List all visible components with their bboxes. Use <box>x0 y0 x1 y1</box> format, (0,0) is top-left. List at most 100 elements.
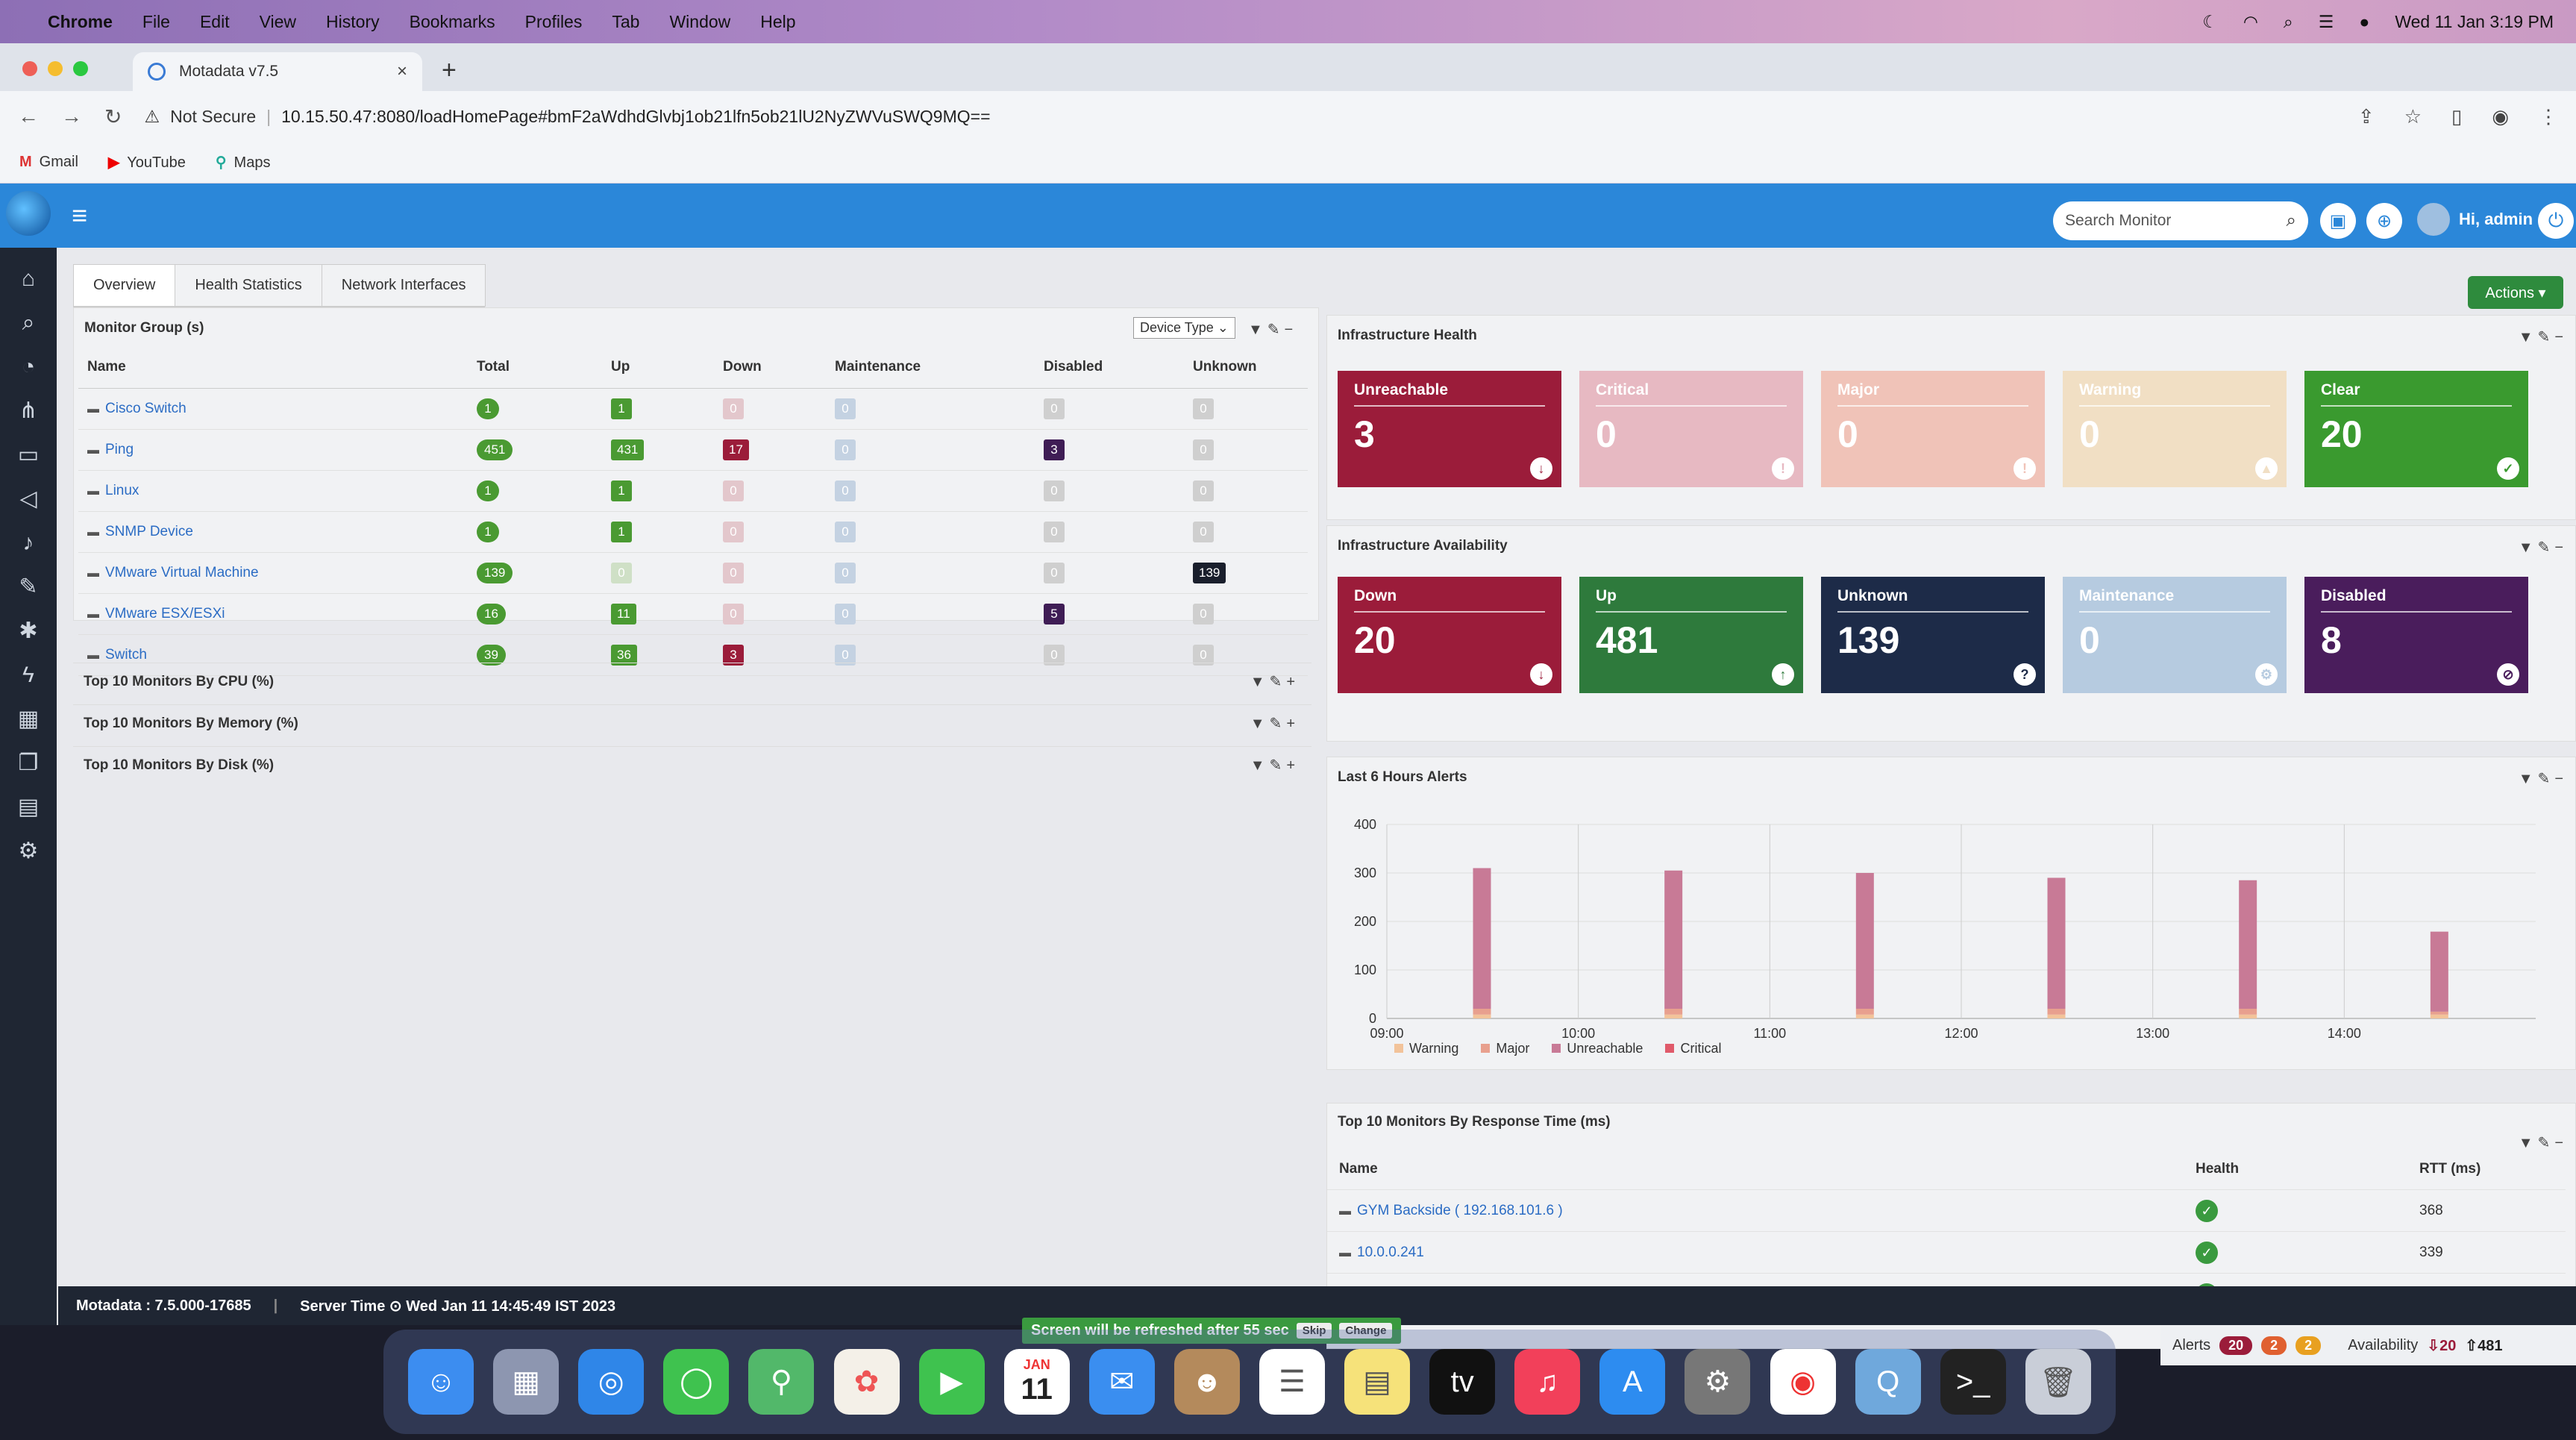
bookmark-maps[interactable]: ⚲ Maps <box>216 153 271 172</box>
table-row[interactable]: ▬ SNMP Device 1 1 0 0 0 0 <box>78 512 1308 553</box>
forward-icon[interactable]: → <box>61 104 82 129</box>
tile-warning[interactable]: Warning 0 ▲ <box>2063 371 2287 487</box>
rtt-row[interactable]: ▬ GYM Backside ( 192.168.101.6 ) ✓ 368 <box>1327 1190 2566 1232</box>
tools-icon[interactable]: ✎ <box>19 565 37 609</box>
cell-maint[interactable]: 0 <box>835 604 856 624</box>
siri-icon[interactable]: ● <box>2359 12 2369 32</box>
moon-icon[interactable]: ☾ <box>2202 12 2218 32</box>
help-icon[interactable]: ⊕ <box>2366 203 2402 239</box>
cell-down[interactable]: 0 <box>723 604 744 624</box>
cell-disabled[interactable]: 0 <box>1044 480 1065 501</box>
contacts-icon[interactable]: ☻ <box>1173 1349 1240 1415</box>
power-icon[interactable]: ⏻ <box>2538 203 2574 239</box>
cell-down[interactable]: 0 <box>723 398 744 419</box>
close-window-button[interactable] <box>22 61 37 76</box>
panel-controls[interactable]: ▼✎− <box>1248 320 1297 339</box>
actions-button[interactable]: Actions ▾ <box>2468 276 2563 309</box>
col-unknown[interactable]: Unknown <box>1182 359 1308 375</box>
new-tab-button[interactable]: + <box>442 56 457 85</box>
top-disk-section[interactable]: Top 10 Monitors By Disk (%) ▼✎+ <box>73 746 1311 783</box>
cell-up[interactable]: 0 <box>611 563 632 583</box>
rtt-monitor-name[interactable]: 10.0.0.241 <box>1357 1245 1424 1260</box>
copy-icon[interactable]: ❐ <box>19 741 39 785</box>
calendar-dock-icon[interactable]: JAN 11 <box>1003 1349 1070 1415</box>
tile-clear[interactable]: Clear 20 ✓ <box>2304 371 2528 487</box>
terminal-icon[interactable]: >_ <box>1940 1349 2006 1415</box>
col-up[interactable]: Up <box>601 359 712 375</box>
browser-tab[interactable]: Motadata v7.5 × <box>133 52 422 91</box>
menu-bookmarks[interactable]: Bookmarks <box>410 12 495 32</box>
cell-disabled[interactable]: 5 <box>1044 604 1065 624</box>
legend-item[interactable]: Unreachable <box>1552 1041 1643 1056</box>
cell-total[interactable]: 1 <box>477 480 499 501</box>
cell-unknown[interactable]: 0 <box>1193 522 1214 542</box>
tile-up[interactable]: Up 481 ↑ <box>1579 577 1803 693</box>
legend-item[interactable]: Warning <box>1394 1041 1458 1056</box>
cell-disabled[interactable]: 3 <box>1044 439 1065 460</box>
cell-maint[interactable]: 0 <box>835 439 856 460</box>
cell-disabled[interactable]: 0 <box>1044 563 1065 583</box>
safari-icon[interactable]: ◎ <box>578 1349 645 1415</box>
user-menu[interactable]: Hi, admin <box>2417 203 2533 236</box>
top-disk-controls[interactable]: ▼✎+ <box>1250 756 1300 774</box>
tile-maintenance[interactable]: Maintenance 0 ⚙ <box>2063 577 2287 693</box>
cell-total[interactable]: 16 <box>477 604 506 624</box>
messages-icon[interactable]: ◯ <box>663 1349 730 1415</box>
menu-clock[interactable]: Wed 11 Jan 3:19 PM <box>2395 12 2554 32</box>
menu-file[interactable]: File <box>142 12 170 32</box>
menu-profiles[interactable]: Profiles <box>525 12 583 32</box>
monitor-group-name[interactable]: Ping <box>105 442 134 457</box>
alerts-chart-controls[interactable]: ▼✎− <box>2519 769 2568 788</box>
cell-maint[interactable]: 0 <box>835 480 856 501</box>
music-icon[interactable]: ♫ <box>1514 1349 1581 1415</box>
cell-total[interactable]: 1 <box>477 522 499 542</box>
back-icon[interactable]: ← <box>18 104 39 129</box>
monitor-group-name[interactable]: VMware ESX/ESXi <box>105 606 225 622</box>
tile-disabled[interactable]: Disabled 8 ⊘ <box>2304 577 2528 693</box>
tab-network-interfaces[interactable]: Network Interfaces <box>321 264 486 307</box>
dashboard-icon[interactable]: ◔ <box>22 345 35 389</box>
cell-down[interactable]: 17 <box>723 439 749 460</box>
cell-unknown[interactable]: 139 <box>1193 563 1226 583</box>
facetime-icon[interactable]: ▶ <box>918 1349 985 1415</box>
trash-icon[interactable]: 🗑 <box>2025 1349 2091 1415</box>
col-name[interactable]: Name <box>78 359 466 375</box>
mail-icon[interactable]: ✉ <box>1088 1349 1155 1415</box>
menu-help[interactable]: Help <box>760 12 795 32</box>
cell-unknown[interactable]: 0 <box>1193 480 1214 501</box>
alerts-unreachable-count[interactable]: 20 <box>2219 1336 2253 1355</box>
cell-unknown[interactable]: 0 <box>1193 439 1214 460</box>
photos-icon[interactable]: ✿ <box>833 1349 900 1415</box>
search-icon[interactable]: ⌕ <box>2287 210 2296 231</box>
control-center-icon[interactable]: ☰ <box>2319 12 2334 32</box>
bookmark-youtube[interactable]: ▶ YouTube <box>108 153 186 172</box>
cell-up[interactable]: 11 <box>611 604 636 624</box>
menu-window[interactable]: Window <box>669 12 730 32</box>
table-row[interactable]: ▬ Ping 451 431 17 0 3 0 <box>78 430 1308 471</box>
alerts-major-count[interactable]: 2 <box>2261 1336 2287 1355</box>
maps-icon[interactable]: ⚲ <box>748 1349 815 1415</box>
spotlight-icon[interactable]: ⌕ <box>2284 12 2293 32</box>
top-memory-section[interactable]: Top 10 Monitors By Memory (%) ▼✎+ <box>73 704 1311 742</box>
motadata-logo[interactable] <box>6 191 51 236</box>
top-cpu-section[interactable]: Top 10 Monitors By CPU (%) ▼✎+ <box>73 663 1311 700</box>
cell-maint[interactable]: 0 <box>835 398 856 419</box>
availability-up[interactable]: ⇧481 <box>2465 1336 2502 1355</box>
address-bar[interactable]: 10.15.50.47:8080/loadHomePage#bmF2aWdhdG… <box>281 107 990 127</box>
hamburger-menu-icon[interactable]: ≡ <box>72 200 87 231</box>
kebab-menu-icon[interactable]: ⋮ <box>2539 105 2558 128</box>
announce-icon[interactable]: ◁ <box>19 477 37 521</box>
topology-icon[interactable]: ⋔ <box>19 389 37 433</box>
bell-icon[interactable]: ♪ <box>23 521 34 565</box>
alerts-warning-count[interactable]: 2 <box>2295 1336 2322 1355</box>
notes-icon[interactable]: ▤ <box>1344 1349 1411 1415</box>
cell-disabled[interactable]: 0 <box>1044 398 1065 419</box>
warning-icon[interactable]: ⚠ <box>144 107 160 127</box>
reminders-icon[interactable]: ☰ <box>1259 1349 1325 1415</box>
table-row[interactable]: ▬ Linux 1 1 0 0 0 0 <box>78 471 1308 512</box>
tile-down[interactable]: Down 20 ↓ <box>1338 577 1561 693</box>
share-icon[interactable]: ⇪ <box>2358 105 2375 128</box>
menu-tab[interactable]: Tab <box>612 12 639 32</box>
rtt-monitor-name[interactable]: GYM Backside ( 192.168.101.6 ) <box>1357 1203 1563 1218</box>
col-down[interactable]: Down <box>712 359 824 375</box>
